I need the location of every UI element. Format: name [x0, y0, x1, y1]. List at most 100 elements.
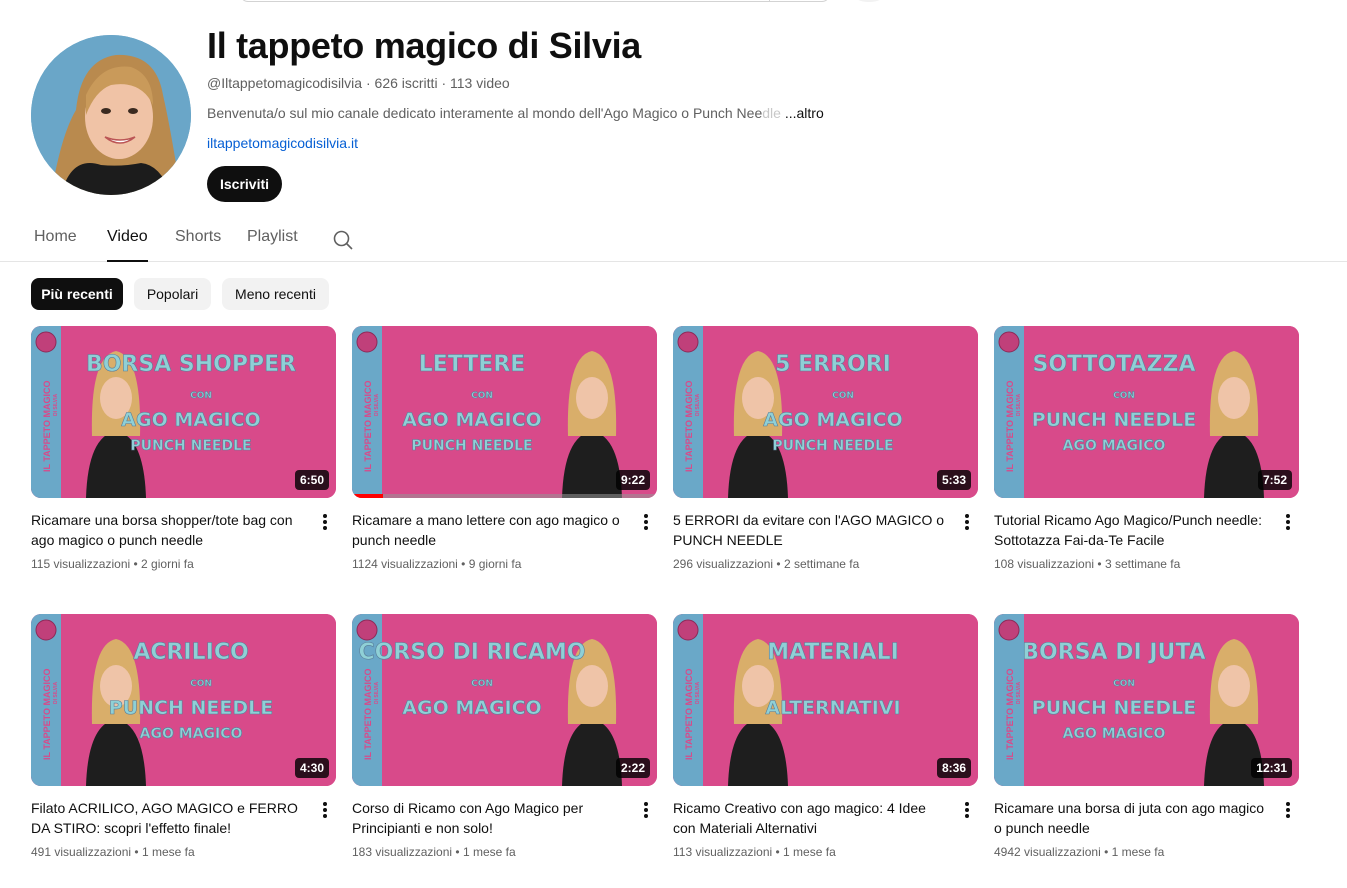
channel-website-link[interactable]: iltappetomagicodisilvia.it: [207, 135, 358, 151]
thumb-overlay-text: PUNCH NEEDLE: [1032, 409, 1196, 431]
kebab-dot: [965, 808, 969, 812]
video-card[interactable]: IL TAPPETO MAGICO DI SILVIA MATERIALI ALTER…: [673, 614, 978, 859]
thumb-overlay-text: PUNCH NEEDLE: [130, 438, 251, 454]
video-title[interactable]: 5 ERRORI da evitare con l'AGO MAGICO o P…: [673, 510, 948, 550]
video-title[interactable]: Tutorial Ricamo Ago Magico/Punch needle:…: [994, 510, 1269, 550]
chip-piu-recenti[interactable]: Più recenti: [31, 278, 123, 310]
video-title[interactable]: Ricamare a mano lettere con ago magico o…: [352, 510, 627, 550]
video-duration: 8:36: [936, 758, 971, 778]
video-title[interactable]: Filato ACRILICO, AGO MAGICO e FERRO DA S…: [31, 798, 306, 838]
video-thumbnail[interactable]: IL TAPPETO MAGICO DI SILVIA LETTERE CON AGO …: [352, 326, 657, 498]
more-options-icon[interactable]: [319, 512, 331, 532]
video-duration: 7:52: [1257, 470, 1292, 490]
thumb-band-subtitle: DI SILVIA: [53, 681, 59, 704]
meta-separator: •: [130, 557, 142, 571]
search-icon[interactable]: [331, 228, 355, 252]
kebab-dot: [323, 814, 327, 818]
thumb-overlay-text: PUNCH NEEDLE: [1032, 697, 1196, 719]
chip-popolari[interactable]: Popolari: [134, 278, 211, 310]
thumb-overlay-text: 5 ERRORI: [775, 352, 891, 377]
yarn-ball-icon: [677, 619, 699, 641]
channel-tabs: Home Video Shorts Playlist: [0, 218, 1347, 262]
upload-age: 9 giorni fa: [468, 557, 522, 571]
thumb-band-title: IL TAPPETO MAGICO: [684, 668, 694, 760]
video-card[interactable]: IL TAPPETO MAGICO DI SILVIA 5 ERRORI CON AGO…: [673, 326, 978, 571]
thumb-overlay-text: AGO MAGICO: [1063, 438, 1166, 454]
upload-age: 1 mese fa: [462, 845, 516, 859]
video-thumbnail[interactable]: IL TAPPETO MAGICO DI SILVIA MATERIALI ALTER…: [673, 614, 978, 786]
thumb-person-face: [576, 665, 608, 707]
tab-video[interactable]: Video: [107, 228, 148, 262]
yarn-ball-icon: [356, 619, 378, 641]
video-card[interactable]: IL TAPPETO MAGICO DI SILVIA SOTTOTAZZA CON P…: [994, 326, 1299, 571]
meta-separator: •: [773, 557, 784, 571]
search-bar[interactable]: [240, 0, 830, 2]
more-options-icon[interactable]: [640, 800, 652, 820]
voice-search-button[interactable]: [852, 0, 886, 2]
subscribe-button[interactable]: Iscriviti: [207, 166, 282, 202]
video-title[interactable]: Ricamare una borsa di juta con ago magic…: [994, 798, 1269, 838]
kebab-dot: [965, 814, 969, 818]
yarn-ball-icon: [998, 331, 1020, 353]
channel-description[interactable]: Benvenuta/o sul mio canale dedicato inte…: [207, 105, 824, 121]
video-card[interactable]: IL TAPPETO MAGICO DI SILVIA BORSA DI JUTA C…: [994, 614, 1299, 859]
video-duration: 4:30: [294, 758, 329, 778]
upload-age: 2 settimane fa: [783, 557, 860, 571]
thumb-overlay-text: CON: [832, 391, 854, 401]
tab-playlist[interactable]: Playlist: [247, 228, 298, 262]
description-more-link[interactable]: ...altro: [785, 105, 824, 121]
more-options-icon[interactable]: [961, 800, 973, 820]
thumb-overlay-text: CON: [471, 391, 493, 401]
video-duration: 12:31: [1251, 758, 1292, 778]
video-card[interactable]: IL TAPPETO MAGICO DI SILVIA ACRILICO CON PUN…: [31, 614, 336, 859]
thumb-overlay-text: PUNCH NEEDLE: [772, 438, 893, 454]
view-count: 183 visualizzazioni: [352, 845, 453, 859]
video-duration: 5:33: [936, 470, 971, 490]
thumb-person-face: [1218, 377, 1250, 419]
video-title[interactable]: Ricamo Creativo con ago magico: 4 Idee c…: [673, 798, 948, 838]
kebab-dot: [644, 526, 648, 530]
search-bar-divider: [769, 0, 770, 1]
video-card[interactable]: IL TAPPETO MAGICO DI SILVIA LETTERE CON AGO …: [352, 326, 657, 571]
video-card[interactable]: IL TAPPETO MAGICO DI SILVIA CORSO DI RICAM…: [352, 614, 657, 859]
video-thumbnail[interactable]: IL TAPPETO MAGICO DI SILVIA ACRILICO CON PUN…: [31, 614, 336, 786]
upload-age: 1 mese fa: [1111, 845, 1165, 859]
video-meta: 296 visualizzazioni • 2 settimane fa: [673, 557, 859, 571]
kebab-dot: [644, 514, 648, 518]
video-thumbnail[interactable]: IL TAPPETO MAGICO DI SILVIA BORSA DI JUTA C…: [994, 614, 1299, 786]
video-meta: 113 visualizzazioni • 1 mese fa: [673, 845, 836, 859]
view-count: 491 visualizzazioni: [31, 845, 132, 859]
meta-separator: ·: [365, 75, 375, 91]
more-options-icon[interactable]: [1282, 512, 1294, 532]
yarn-ball-icon: [677, 331, 699, 353]
thumbnail-art: IL TAPPETO MAGICO DI SILVIA 5 ERRORI CON AGO…: [673, 326, 978, 498]
tab-shorts[interactable]: Shorts: [175, 228, 221, 262]
yarn-ball-icon: [35, 331, 57, 353]
thumb-band-subtitle: DI SILVIA: [695, 681, 701, 704]
thumb-overlay-text: BORSA SHOPPER: [86, 352, 296, 377]
video-duration: 2:22: [615, 758, 650, 778]
tab-home[interactable]: Home: [34, 228, 77, 262]
video-title[interactable]: Ricamare una borsa shopper/tote bag con …: [31, 510, 306, 550]
video-meta: 115 visualizzazioni • 2 giorni fa: [31, 557, 194, 571]
meta-separator: •: [1094, 557, 1105, 571]
kebab-dot: [1286, 520, 1290, 524]
more-options-icon[interactable]: [1282, 800, 1294, 820]
thumbnail-art: IL TAPPETO MAGICO DI SILVIA LETTERE CON AGO …: [352, 326, 657, 498]
video-card[interactable]: IL TAPPETO MAGICO DI SILVIA BORSA SHOPPER C…: [31, 326, 336, 571]
channel-avatar: [31, 35, 191, 195]
channel-title: Il tappeto magico di Silvia: [207, 25, 641, 66]
kebab-dot: [965, 514, 969, 518]
video-title[interactable]: Corso di Ricamo con Ago Magico per Princ…: [352, 798, 627, 838]
more-options-icon[interactable]: [640, 512, 652, 532]
thumb-overlay-text: SOTTOTAZZA: [1032, 352, 1195, 377]
chip-meno-recenti[interactable]: Meno recenti: [222, 278, 329, 310]
video-meta: 183 visualizzazioni • 1 mese fa: [352, 845, 516, 859]
video-thumbnail[interactable]: IL TAPPETO MAGICO DI SILVIA BORSA SHOPPER C…: [31, 326, 336, 498]
more-options-icon[interactable]: [319, 800, 331, 820]
thumb-overlay-text: CON: [1113, 391, 1135, 401]
video-thumbnail[interactable]: IL TAPPETO MAGICO DI SILVIA SOTTOTAZZA CON P…: [994, 326, 1299, 498]
video-thumbnail[interactable]: IL TAPPETO MAGICO DI SILVIA CORSO DI RICAM…: [352, 614, 657, 786]
more-options-icon[interactable]: [961, 512, 973, 532]
video-thumbnail[interactable]: IL TAPPETO MAGICO DI SILVIA 5 ERRORI CON AGO…: [673, 326, 978, 498]
